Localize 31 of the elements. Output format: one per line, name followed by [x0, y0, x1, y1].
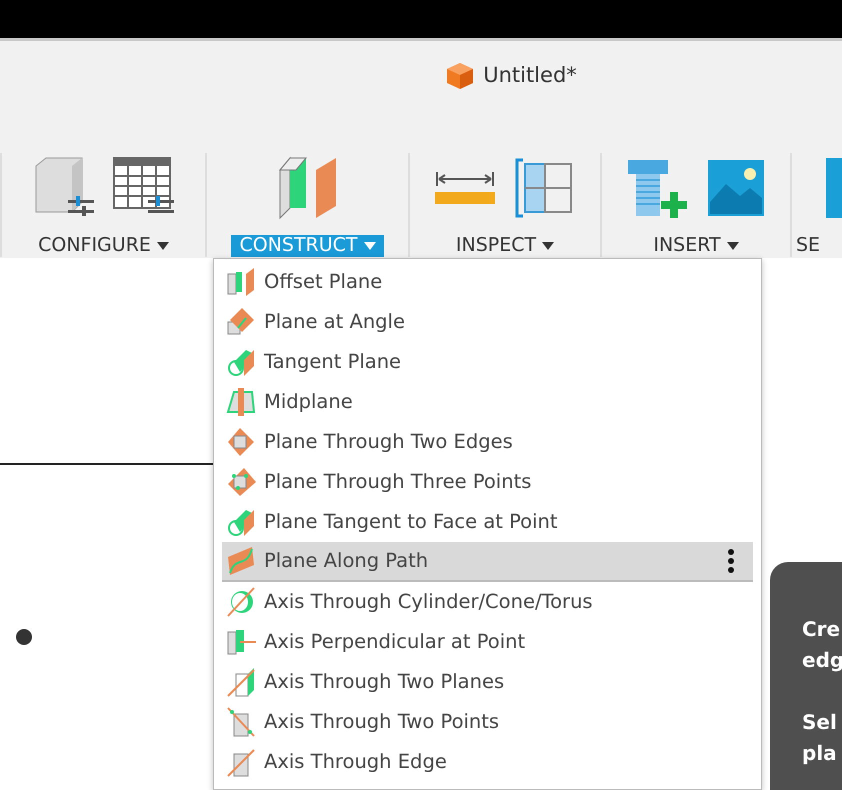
caret-icon: [364, 242, 376, 250]
more-icon[interactable]: [727, 548, 735, 574]
tooltip-text: Sel: [802, 709, 838, 736]
tooltip-text: pla: [802, 740, 838, 767]
menu-item[interactable]: Axis Through Cylinder/Cone/Torus: [222, 582, 753, 622]
plane-icon: [226, 466, 258, 498]
image-icon[interactable]: [706, 158, 766, 218]
menu-item[interactable]: Plane Tangent to Face at Point: [222, 502, 753, 542]
caret-icon: [542, 242, 554, 250]
toolbar-tab[interactable]: INSERT: [645, 235, 747, 257]
caret-icon: [156, 242, 169, 250]
menu-item[interactable]: Axis Through Two Points: [222, 702, 753, 742]
caret-icon: [726, 242, 739, 250]
menu-item[interactable]: Axis Perpendicular at Point: [222, 622, 753, 662]
window-title: Untitled*: [483, 62, 577, 90]
menu-item[interactable]: Plane Along Path: [222, 542, 753, 582]
menu-item[interactable]: Midplane: [222, 382, 753, 422]
menu-item[interactable]: Plane Through Two Edges: [222, 422, 753, 462]
cube-icon: [445, 61, 476, 91]
plane-icon: [226, 386, 258, 418]
point-marker: [16, 629, 32, 645]
toolbar-tab[interactable]: INSPECT: [448, 235, 562, 257]
menu-item[interactable]: Offset Plane: [222, 262, 753, 302]
menu-item[interactable]: Axis Through Two Planes: [222, 662, 753, 702]
toolbar-tab[interactable]: SE: [792, 235, 828, 257]
menu-item[interactable]: Axis Through Edge: [222, 742, 753, 782]
tooltip-text: Cre: [802, 616, 842, 643]
menu-item[interactable]: Plane Through Three Points: [222, 462, 753, 502]
toolbar-tab[interactable]: CONFIGURE: [30, 235, 177, 257]
menu-item[interactable]: Plane at Angle: [222, 302, 753, 342]
menu-item[interactable]: Tangent Plane: [222, 342, 753, 382]
